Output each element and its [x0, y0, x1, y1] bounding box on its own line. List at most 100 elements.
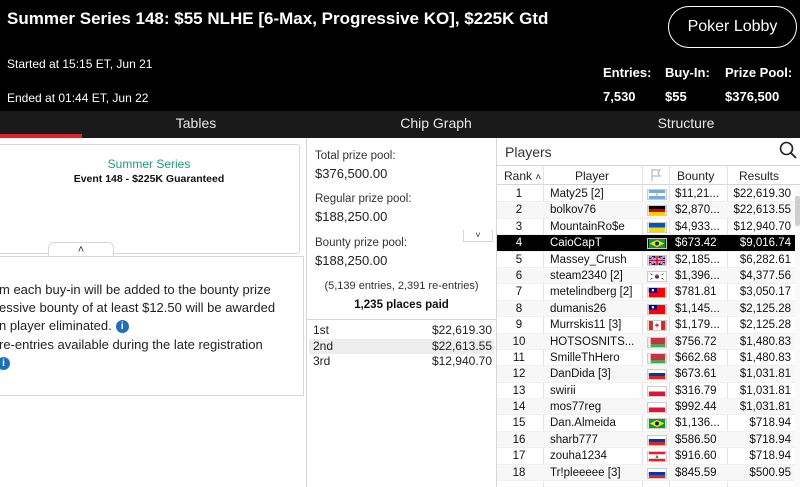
br-flag-icon [647, 418, 667, 430]
column-bounty[interactable]: Bounty [677, 169, 714, 183]
player-result: $1,031.81 [739, 384, 791, 397]
player-row[interactable]: 16 sharb777 $586.50 $718.94 [497, 431, 800, 449]
event-name: Event 148 - $225K Guaranteed [73, 173, 225, 185]
player-bounty: $2,870... [675, 204, 720, 217]
pl-flag-icon [647, 402, 667, 414]
entries-label: Entries: [603, 65, 652, 80]
prizepool-label: Prize Pool: [725, 65, 793, 80]
regular-prize-value: $188,250.00 [315, 209, 388, 224]
player-row[interactable]: 14 mos77reg $992.44 $1,031.81 [497, 399, 800, 416]
player-rank: 4 [515, 237, 523, 250]
player-rank: 12 [512, 368, 526, 381]
player-result: $3,050.17 [739, 286, 791, 299]
player-row[interactable]: 15 Dan.Almeida $1,136... $718.94 [497, 415, 800, 432]
player-row[interactable]: 12 DanDida [3] $673.61 $1,031.81 [497, 366, 800, 383]
player-rank: 11 [513, 351, 525, 364]
player-row[interactable]: 6 steam2340 [2] $1,396... $4,377.56 [497, 267, 800, 285]
player-row[interactable]: 8 dumanis26 $1,145... $2,125.28 [497, 300, 800, 318]
ca-flag-icon [647, 320, 667, 332]
player-result: $22,613.55 [733, 204, 791, 217]
player-result: $6,282.61 [739, 253, 791, 266]
payout-place: 3rd [313, 354, 331, 368]
player-bounty: $756.72 [675, 335, 717, 348]
player-rank: 9 [515, 319, 523, 332]
player-name: CaioCapT [550, 237, 602, 250]
player-row[interactable]: 5 Massey_Crush $2,185... $6,282.61 [497, 252, 800, 268]
column-rank[interactable]: Rank ˄ [504, 169, 541, 183]
player-rank: 18 [512, 466, 526, 479]
player-result: $718.94 [749, 450, 791, 463]
player-row[interactable]: 9 Murrskis11 [3] $1,179... $2,125.28 [497, 317, 800, 334]
player-bounty: $1,396... [675, 269, 720, 282]
by-flag-icon [647, 352, 667, 364]
payouts-expand-toggle[interactable]: ˅ [463, 230, 493, 242]
player-name: Tr!pleeeee [3] [550, 466, 621, 479]
column-player[interactable]: Player [575, 169, 609, 183]
event-description: m each buy-in will be added to the bount… [0, 256, 304, 396]
players-scrollbar[interactable] [795, 186, 800, 487]
poker-lobby-button[interactable]: Poker Lobby [668, 6, 797, 48]
description-line-2-wrap: essive bounty of at least $12.50 will be… [0, 300, 275, 315]
event-info-card: Summer Series Event 148 - $225K Guarante… [0, 144, 300, 254]
description-line-5-wrap: i [0, 355, 10, 370]
player-result: $1,031.81 [739, 401, 791, 414]
player-row[interactable]: 17 zouha1234 $916.60 $718.94 [497, 448, 800, 465]
description-line-3-wrap: n player eliminated. i [0, 318, 129, 333]
tw-flag-icon [647, 287, 667, 299]
player-bounty: $4,933... [675, 220, 720, 233]
tab-structure[interactable]: Structure [586, 111, 786, 138]
player-rank: 14 [512, 401, 526, 414]
player-bounty: $845.59 [675, 466, 717, 479]
tab-tables[interactable]: Tables [96, 111, 296, 138]
player-bounty: $586.50 [675, 433, 717, 446]
player-rank: 7 [515, 286, 523, 299]
description-line: n player eliminated. [0, 318, 112, 333]
search-icon[interactable] [779, 141, 797, 159]
player-rank: 3 [515, 220, 523, 233]
player-row[interactable]: 10 HOTSOSNITS... $756.72 $1,480.83 [497, 333, 800, 350]
player-name: mos77reg [550, 401, 602, 414]
player-row[interactable]: 7 metelindberg [2] $781.81 $3,050.17 [497, 284, 800, 301]
player-rank: 5 [515, 253, 523, 266]
chevron-up-icon: ˄ [77, 244, 85, 256]
info-icon[interactable]: i [0, 357, 10, 370]
pl-flag-icon [647, 385, 667, 397]
kr-flag-icon [647, 270, 667, 282]
ru-flag-icon [647, 369, 667, 381]
player-result: $1,031.81 [739, 368, 791, 381]
player-result: $12,940.70 [733, 220, 791, 233]
gb-flag-icon [647, 254, 667, 266]
tw-flag-icon [647, 303, 667, 315]
regular-prize-label: Regular prize pool: [315, 193, 412, 205]
players-title: Players [505, 144, 552, 160]
player-name: Massey_Crush [550, 253, 627, 266]
player-result: $2,125.28 [739, 302, 791, 315]
tournament-title: Summer Series 148: $55 NLHE [6-Max, Prog… [7, 9, 549, 28]
player-row[interactable]: 3 MountainRo$e $4,933... $12,940.70 [497, 219, 800, 236]
description-line: essive bounty of at least $12.50 will be… [0, 300, 276, 315]
total-prize-label: Total prize pool: [315, 150, 396, 162]
players-scroll-thumb[interactable] [795, 196, 800, 226]
player-row[interactable]: 11 SmilleThHero $662.68 $1,480.83 [497, 350, 800, 367]
tab-chip-graph[interactable]: Chip Graph [336, 111, 536, 138]
info-icon[interactable]: i [115, 320, 129, 333]
payout-amount: $22,613.55 [431, 339, 492, 353]
player-row[interactable]: 4 CaioCapT $673.42 $9,016.74 [497, 235, 800, 252]
entries-value: 7,530 [603, 89, 636, 104]
player-row[interactable]: 18 Tr!pleeeee [3] $845.59 $500.95 [497, 464, 800, 482]
collapse-toggle[interactable]: ˄ [48, 242, 114, 256]
player-rank: 10 [512, 335, 526, 348]
player-row[interactable]: 1 Maty25 [2] $11,21... $22,619.30 [497, 186, 800, 203]
column-flag[interactable] [649, 168, 663, 185]
player-row[interactable]: 13 swirii $316.79 $1,031.81 [497, 383, 800, 400]
player-rank: 13 [512, 384, 526, 397]
player-bounty: $916.60 [675, 450, 717, 463]
player-result: $1,480.83 [739, 351, 791, 364]
players-list: 1 Maty25 [2] $11,21... $22,619.30 2 bolkov76 $… [497, 186, 800, 482]
player-result: $2,125.28 [739, 319, 791, 332]
player-row[interactable]: 2 bolkov76 $2,870... $22,613.55 [497, 202, 800, 219]
column-results[interactable]: Results [739, 169, 779, 183]
player-result: $718.94 [749, 433, 791, 446]
player-bounty: $781.81 [675, 286, 717, 299]
payout-row: 1st $22,619.30 [309, 323, 494, 338]
